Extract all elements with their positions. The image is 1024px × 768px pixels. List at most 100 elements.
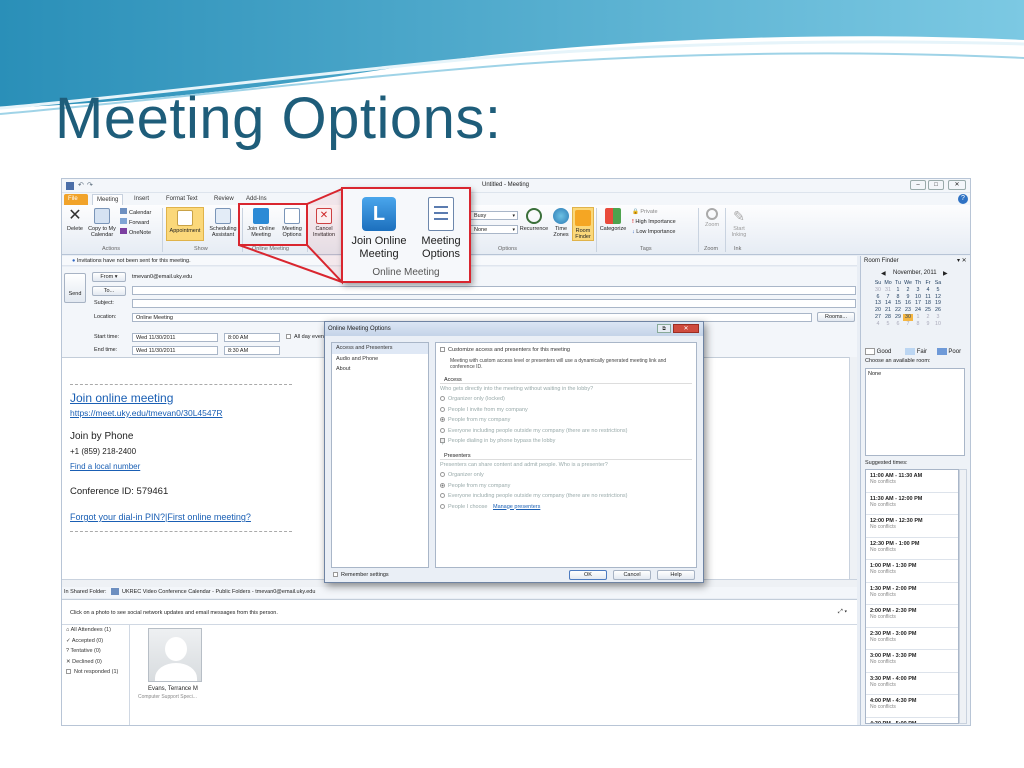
filter-tentative[interactable]: ? Tentative (0) xyxy=(62,646,129,657)
calendar-day[interactable]: 6 xyxy=(893,321,903,328)
time-zones-button[interactable]: Time Zones xyxy=(550,208,572,238)
tab-format-text[interactable]: Format Text xyxy=(162,194,202,205)
calendar-day[interactable]: 11 xyxy=(923,294,933,301)
close-button[interactable]: ✕ xyxy=(948,180,966,190)
suggested-times-scrollbar[interactable] xyxy=(959,469,967,724)
suggested-time-slot[interactable]: 3:00 PM - 3:30 PM No conflicts xyxy=(866,650,958,673)
suggested-time-slot[interactable]: 12:00 PM - 12:30 PM No conflicts xyxy=(866,515,958,538)
join-online-meeting-link[interactable]: Join online meeting xyxy=(70,391,173,405)
calendar-day[interactable]: 15 xyxy=(893,300,903,307)
meeting-options-button[interactable]: Meeting Options xyxy=(278,208,306,238)
end-time-field[interactable]: 8:30 AM xyxy=(224,346,280,355)
find-local-number-link[interactable]: Find a local number xyxy=(70,462,140,471)
high-importance-button[interactable]: ! High Importance xyxy=(632,219,676,225)
start-inking-button[interactable]: ✎ Start Inking xyxy=(728,208,750,238)
remember-settings-checkbox[interactable]: Remember settings xyxy=(333,572,389,578)
calendar-day[interactable]: 9 xyxy=(903,294,913,301)
rooms-button[interactable]: Rooms... xyxy=(817,312,855,322)
tab-meeting[interactable]: Meeting xyxy=(92,194,124,205)
presenter-everyone-radio[interactable]: Everyone including people outside my com… xyxy=(436,491,696,502)
avatar[interactable] xyxy=(148,628,202,682)
calendar-day[interactable]: 17 xyxy=(913,300,923,307)
show-as-select[interactable]: Busy ▾ xyxy=(470,211,518,220)
calendar-day[interactable]: 8 xyxy=(913,321,923,328)
presenter-organizer-radio[interactable]: Organizer only xyxy=(436,470,696,481)
cancel-invitation-button[interactable]: ✕ Cancel Invitation xyxy=(309,208,339,238)
calendar-day[interactable]: 28 xyxy=(883,314,893,321)
calendar-day[interactable]: 19 xyxy=(933,300,943,307)
expand-icon[interactable]: ⤢ ▾ xyxy=(838,609,847,616)
calendar-day[interactable]: 10 xyxy=(933,321,943,328)
calendar-day[interactable]: 21 xyxy=(883,307,893,314)
mini-calendar[interactable]: Su Mo Tu We Th Fr Sa 30 31 1 2 3 4 5 6 7 8 9 10 11 12 13 14 15 1… xyxy=(873,280,943,328)
callout-options-button[interactable]: Meeting Options xyxy=(413,193,469,261)
filter-all-attendees[interactable]: ⌂ All Attendees (1) xyxy=(62,625,129,636)
calendar-day[interactable]: 16 xyxy=(903,300,913,307)
access-everyone-radio[interactable]: Everyone including people outside my com… xyxy=(436,426,696,437)
manage-presenters-link[interactable]: Manage presenters xyxy=(493,504,540,510)
calendar-day[interactable]: 27 xyxy=(873,314,883,321)
calendar-day[interactable]: 10 xyxy=(913,294,923,301)
start-time-field[interactable]: 8:00 AM xyxy=(224,333,280,342)
calendar-day[interactable]: 24 xyxy=(913,307,923,314)
copy-to-calendar-button[interactable]: Copy to My Calendar xyxy=(86,208,118,238)
room-finder-button[interactable]: Room Finder xyxy=(572,207,594,241)
calendar-day[interactable]: 31 xyxy=(883,287,893,294)
calendar-day[interactable]: 8 xyxy=(893,294,903,301)
calendar-day[interactable]: 18 xyxy=(923,300,933,307)
minimize-button[interactable]: – xyxy=(910,180,926,190)
nav-audio-phone[interactable]: Audio and Phone xyxy=(332,354,428,365)
calendar-day[interactable]: 3 xyxy=(913,287,923,294)
suggested-time-slot[interactable]: 2:00 PM - 2:30 PM No conflicts xyxy=(866,605,958,628)
end-date-field[interactable]: Wed 11/30/2011 xyxy=(132,346,218,355)
calendar-day[interactable]: 6 xyxy=(873,294,883,301)
calendar-day[interactable]: 20 xyxy=(873,307,883,314)
forgot-pin-link[interactable]: Forgot your dial-in PIN? xyxy=(70,512,165,522)
categorize-button[interactable]: Categorize xyxy=(598,208,628,232)
calendar-day[interactable]: 14 xyxy=(883,300,893,307)
forward-button[interactable]: Forward xyxy=(120,218,149,226)
save-icon[interactable] xyxy=(66,182,74,190)
calendar-prev[interactable]: ◀ xyxy=(881,270,886,277)
send-button[interactable]: Send xyxy=(64,273,86,303)
calendar-day[interactable]: 29 xyxy=(893,314,903,321)
calendar-day[interactable]: 30 xyxy=(873,287,883,294)
subject-field[interactable] xyxy=(132,299,856,308)
appointment-button[interactable]: Appointment xyxy=(166,207,204,241)
access-company-radio[interactable]: People from my company xyxy=(436,415,696,426)
join-online-meeting-button[interactable]: Join Online Meeting xyxy=(244,208,278,238)
scheduling-assistant-button[interactable]: Scheduling Assistant xyxy=(206,208,240,238)
calendar-day[interactable]: 5 xyxy=(883,321,893,328)
customize-checkbox[interactable]: Customize access and presenters for this… xyxy=(436,345,696,356)
calendar-day[interactable]: 23 xyxy=(903,307,913,314)
calendar-day[interactable]: 2 xyxy=(903,287,913,294)
calendar-day[interactable]: 30 xyxy=(903,313,913,321)
calendar-next[interactable]: ▶ xyxy=(943,270,948,277)
help-icon[interactable]: ? xyxy=(958,194,968,204)
suggested-time-slot[interactable]: 1:00 PM - 1:30 PM No conflicts xyxy=(866,560,958,583)
maximize-button[interactable]: □ xyxy=(928,180,944,190)
presenter-choose-radio[interactable]: People I choose Manage presenters xyxy=(436,502,696,513)
calendar-day[interactable]: 4 xyxy=(873,321,883,328)
nav-about[interactable]: About xyxy=(332,364,428,375)
start-date-field[interactable]: Wed 11/30/2011 xyxy=(132,333,218,342)
calendar-day[interactable]: 5 xyxy=(933,287,943,294)
onenote-button[interactable]: OneNote xyxy=(120,228,151,236)
delete-button[interactable]: ✕ Delete xyxy=(64,208,86,233)
callout-join-button[interactable]: L Join Online Meeting xyxy=(347,193,411,261)
dialog-cancel-button[interactable]: Cancel xyxy=(613,570,651,580)
calendar-button[interactable]: Calendar xyxy=(120,208,151,216)
presenter-company-radio[interactable]: People from my company xyxy=(436,481,696,492)
calendar-day[interactable]: 7 xyxy=(883,294,893,301)
calendar-day[interactable]: 4 xyxy=(923,287,933,294)
calendar-day[interactable]: 26 xyxy=(933,307,943,314)
private-button[interactable]: 🔒 Private xyxy=(632,209,658,215)
filter-not-responded[interactable]: Not responded (1) xyxy=(62,667,129,678)
access-invited-radio[interactable]: People I invite from my company xyxy=(436,405,696,416)
suggested-time-slot[interactable]: 11:30 AM - 12:00 PM No conflicts xyxy=(866,492,958,515)
tab-insert[interactable]: Insert xyxy=(130,194,153,205)
low-importance-button[interactable]: ↓ Low Importance xyxy=(632,229,675,235)
recurrence-button[interactable]: Recurrence xyxy=(518,208,550,232)
phone-bypass-checkbox[interactable]: ✓People dialing in by phone bypass the l… xyxy=(436,436,696,447)
suggested-time-slot[interactable]: 1:30 PM - 2:00 PM No conflicts xyxy=(866,582,958,605)
